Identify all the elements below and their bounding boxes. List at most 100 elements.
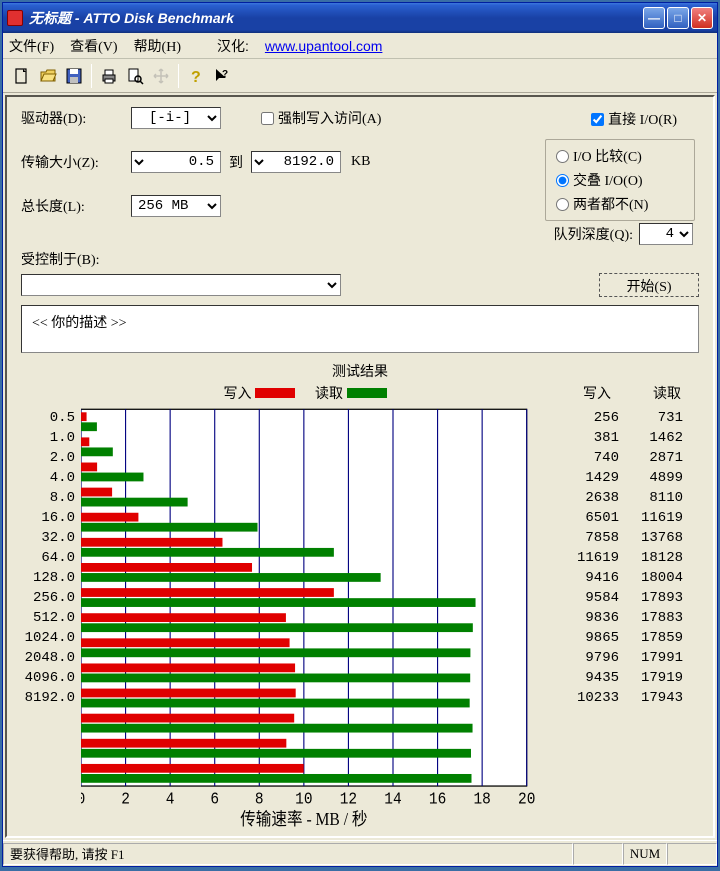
svg-text:?: ? (191, 69, 201, 85)
svg-text:12: 12 (340, 790, 357, 809)
transfer-from-select[interactable]: 0.5 (131, 151, 221, 173)
status-blank2 (667, 843, 717, 865)
total-len-select[interactable]: 256 MB (131, 195, 221, 217)
col-header-read: 读取 (619, 383, 689, 403)
io-compare-radio[interactable]: I/O 比较(C) (556, 146, 684, 166)
new-button[interactable] (9, 63, 35, 89)
chart-category-label: 4096.0 (21, 668, 81, 688)
chart-category-label: 16.0 (21, 508, 81, 528)
chart-category-label: 2.0 (21, 448, 81, 468)
queue-depth-label: 队列深度(Q): (554, 224, 633, 244)
results-title: 测试结果 (21, 361, 699, 381)
controlled-by-row: 受控制于(B): 开始(S) (21, 249, 699, 297)
chart-value-row: 785813768 (549, 528, 699, 548)
save-button[interactable] (61, 63, 87, 89)
chart-category-label: 2048.0 (21, 648, 81, 668)
start-button[interactable]: 开始(S) (599, 273, 699, 297)
chart-value-row: 26388110 (549, 488, 699, 508)
menu-help[interactable]: 帮助(H) (134, 36, 181, 56)
legend-read: 读取 (315, 383, 387, 403)
chart-plot: 02468101214161820传输速率 - MB / 秒 (81, 403, 549, 830)
window-title: 无标题 - ATTO Disk Benchmark (29, 8, 643, 28)
help-button[interactable]: ? (183, 63, 209, 89)
settings-panel: 驱动器(D): [-i-] 强制写入访问(A) 传输大小(Z): 0.5 到 8… (21, 107, 699, 247)
description-box[interactable]: << 你的描述 >> (21, 305, 699, 353)
transfer-label: 传输大小(Z): (21, 152, 131, 172)
chart-value-row: 1161918128 (549, 548, 699, 568)
total-len-label: 总长度(L): (21, 196, 131, 216)
chart-category-label: 128.0 (21, 568, 81, 588)
chart-value-row: 941618004 (549, 568, 699, 588)
drive-label: 驱动器(D): (21, 108, 131, 128)
controlled-label: 受控制于(B): (21, 249, 699, 269)
whats-this-button[interactable]: ? (209, 63, 235, 89)
close-button[interactable]: ✕ (691, 7, 713, 29)
neither-radio[interactable]: 两者都不(N) (556, 194, 684, 214)
svg-text:18: 18 (473, 790, 490, 809)
menu-file[interactable]: 文件(F) (9, 36, 54, 56)
chart-value-row: 7402871 (549, 448, 699, 468)
chart-value-row: 650111619 (549, 508, 699, 528)
svg-text:8: 8 (255, 790, 264, 809)
svg-text:14: 14 (384, 790, 401, 809)
app-icon (7, 10, 23, 26)
chart-category-label: 64.0 (21, 548, 81, 568)
chart-value-row: 958417893 (549, 588, 699, 608)
hanhua-label: 汉化: (217, 36, 249, 56)
toolbar: ? ? (3, 59, 717, 93)
print-preview-button[interactable] (122, 63, 148, 89)
drive-select[interactable]: [-i-] (131, 107, 221, 129)
chart-category-label: 1.0 (21, 428, 81, 448)
chart-value-row: 256731 (549, 408, 699, 428)
chart-category-label: 4.0 (21, 468, 81, 488)
svg-text:6: 6 (210, 790, 219, 809)
queue-depth-select[interactable]: 4 (639, 223, 693, 245)
status-num: NUM (623, 843, 667, 865)
minimize-button[interactable]: — (643, 7, 665, 29)
svg-text:2: 2 (121, 790, 130, 809)
chart-category-label: 256.0 (21, 588, 81, 608)
menubar: 文件(F) 查看(V) 帮助(H) 汉化: www.upantool.com (3, 33, 717, 59)
app-window: 无标题 - ATTO Disk Benchmark — □ ✕ 文件(F) 查看… (2, 2, 718, 867)
chart-category-label: 8.0 (21, 488, 81, 508)
svg-text:?: ? (222, 69, 228, 80)
svg-text:0: 0 (81, 790, 85, 809)
status-help: 要获得帮助, 请按 F1 (3, 843, 573, 865)
move-button[interactable] (148, 63, 174, 89)
results-area: 测试结果 写入 读取 写入 读取 0.51.02.04.08.016.032.0… (21, 361, 699, 830)
chart-category-label: 32.0 (21, 528, 81, 548)
chart-value-row: 3811462 (549, 428, 699, 448)
chart-category-label: 8192.0 (21, 688, 81, 708)
menu-view[interactable]: 查看(V) (70, 36, 117, 56)
chart-category-label: 512.0 (21, 608, 81, 628)
titlebar: 无标题 - ATTO Disk Benchmark — □ ✕ (3, 3, 717, 33)
col-header-write: 写入 (549, 383, 619, 403)
maximize-button[interactable]: □ (667, 7, 689, 29)
statusbar: 要获得帮助, 请按 F1 NUM (3, 840, 717, 866)
overlap-io-radio[interactable]: 交叠 I/O(O) (556, 170, 684, 190)
transfer-to-select[interactable]: 8192.0 (251, 151, 341, 173)
io-mode-radio-group: I/O 比较(C) 交叠 I/O(O) 两者都不(N) (545, 139, 695, 221)
content-area: 驱动器(D): [-i-] 强制写入访问(A) 传输大小(Z): 0.5 到 8… (5, 95, 715, 838)
chart-value-row: 1023317943 (549, 688, 699, 708)
hanhua-link[interactable]: www.upantool.com (265, 38, 383, 54)
chart-value-row: 14294899 (549, 468, 699, 488)
controlled-select[interactable] (21, 274, 341, 296)
svg-text:传输速率 - MB / 秒: 传输速率 - MB / 秒 (240, 809, 367, 829)
direct-io-checkbox[interactable]: 直接 I/O(R) (591, 109, 677, 129)
chart-value-row: 983617883 (549, 608, 699, 628)
svg-text:10: 10 (295, 790, 312, 809)
to-label: 到 (221, 152, 251, 172)
chart-category-label: 1024.0 (21, 628, 81, 648)
legend-write: 写入 (224, 383, 296, 403)
titlebar-buttons: — □ ✕ (643, 7, 713, 29)
chart-value-row: 979617991 (549, 648, 699, 668)
svg-text:16: 16 (429, 790, 446, 809)
svg-text:20: 20 (518, 790, 535, 809)
force-write-checkbox[interactable]: 强制写入访问(A) (261, 108, 381, 128)
open-button[interactable] (35, 63, 61, 89)
chart-value-row: 986517859 (549, 628, 699, 648)
chart-y-labels: 0.51.02.04.08.016.032.064.0128.0256.0512… (21, 403, 81, 830)
print-button[interactable] (96, 63, 122, 89)
kb-label: KB (341, 154, 370, 170)
